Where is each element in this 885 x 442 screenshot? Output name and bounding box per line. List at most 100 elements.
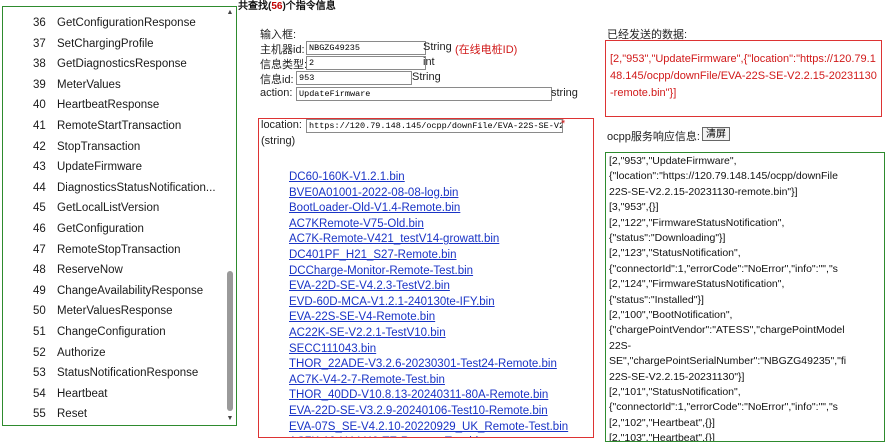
msg-type-input[interactable]: 2	[306, 56, 426, 70]
firmware-file-link[interactable]: EVD-60D-MCA-V1.2.1-240130te-IFY.bin	[289, 296, 495, 308]
command-name: GetLocalListVersion	[57, 202, 160, 215]
command-number: 43	[33, 161, 46, 174]
response-log-line: {"status":"Downloading"}]	[609, 232, 726, 244]
action-type: string	[551, 87, 578, 99]
response-log-line: [2,"101","StatusNotification",	[609, 386, 741, 398]
command-number: 40	[33, 99, 46, 112]
title-count: 56	[271, 1, 283, 12]
response-log-line: 22S-	[609, 339, 632, 352]
command-name: RemoteStartTransaction	[57, 120, 182, 132]
response-log-line: [3,"953",{}]	[609, 201, 659, 214]
response-log-line: SE","chargePointSerialNumber":"NBGZG4923…	[609, 355, 847, 368]
command-name: GetConfiguration	[57, 223, 144, 235]
command-name: Authorize	[57, 346, 106, 359]
firmware-file-link[interactable]: EVA-22D-SE-V3.2.9-20240106-Test10-Remote…	[289, 405, 548, 417]
title-suffix: )个指令信息	[282, 1, 336, 12]
command-name: GetDiagnosticsResponse	[57, 58, 187, 71]
msg-id-label: 信息id:	[260, 74, 294, 86]
command-name: ReserveNow	[57, 264, 123, 277]
command-number: 52	[33, 346, 46, 359]
response-label: ocpp服务响应信息:	[607, 131, 700, 143]
command-number: 38	[33, 58, 46, 71]
firmware-file-link[interactable]: BootLoader-Old-V1.4-Remote.bin	[289, 202, 460, 214]
command-number: 53	[33, 367, 46, 380]
firmware-file-link[interactable]: THOR_40DD-V10.8.13-20240311-80A-Remote.b…	[289, 389, 548, 401]
command-name: StopTransaction	[57, 140, 141, 153]
command-name: MeterValues	[57, 78, 121, 91]
input-header: 输入框:	[260, 29, 297, 41]
command-number: 47	[33, 243, 46, 256]
response-log-line: [2,"100","BootNotification",	[609, 309, 733, 321]
scroll-up-arrow-icon[interactable]: ▲	[226, 9, 234, 17]
firmware-file-link[interactable]: EVA-07S_SE-V4.2.10-20220929_UK_Remote-Te…	[289, 421, 568, 433]
location-type: (string)	[261, 135, 296, 147]
command-number: 46	[33, 223, 46, 235]
params-box: location: https://120.79.148.145/ocpp/do…	[258, 118, 594, 438]
msg-id-input[interactable]: 953	[296, 71, 412, 85]
firmware-file-link[interactable]: SECC111043.bin	[289, 343, 376, 355]
command-name: ChangeAvailabilityResponse	[57, 284, 204, 297]
clear-screen-button[interactable]: 清屏	[702, 127, 730, 141]
scrollbar-thumb[interactable]	[227, 271, 233, 411]
command-number: 42	[33, 140, 46, 153]
command-number: 45	[33, 202, 46, 215]
action-input[interactable]: UpdateFirmware	[296, 87, 552, 101]
sent-data-box: [2,"953","UpdateFirmware",{"location":"h…	[605, 40, 882, 117]
firmware-file-link[interactable]: AC22K-SE-V2.2.1-TestV10.bin	[289, 327, 446, 339]
firmware-file-link[interactable]: THOR_22ADE-V3.2.6-20230301-Test24-Remote…	[289, 358, 557, 370]
host-id-input[interactable]: NBGZG49235	[306, 41, 426, 55]
command-number: 36	[33, 17, 46, 29]
location-label: location:	[261, 119, 302, 131]
response-log-line: 22S-SE-V2.2.15-20231130-remote.bin"}]	[609, 185, 798, 198]
command-name: Reset	[57, 408, 88, 421]
response-log-line: [2,"122","FirmwareStatusNotification",	[609, 216, 785, 229]
command-number: 44	[33, 181, 46, 194]
command-number: 39	[33, 78, 46, 91]
command-number: 55	[33, 408, 46, 421]
response-log-line: [2,"103","Heartbeat",{}]	[609, 432, 715, 442]
response-log-line: [2,"124","FirmwareStatusNotification",	[609, 278, 785, 291]
firmware-file-link[interactable]: AC7KRemote-V75-Old.bin	[289, 218, 424, 230]
msg-type-label: 信息类型:	[260, 59, 308, 71]
response-log-line: 22S-SE-V2.2.15-20231130"}]	[609, 370, 745, 383]
firmware-file-link[interactable]: AC7K-10-U4-V40-TE-Remote-Test.bin	[289, 436, 485, 437]
command-name: SetChargingProfile	[57, 37, 154, 50]
command-name: ChangeConfiguration	[57, 326, 166, 338]
response-log-line: {"chargePointVendor":"ATESS","chargePoin…	[609, 324, 845, 337]
firmware-file-link[interactable]: BVE0A01001-2022-08-08-log.bin	[289, 187, 458, 199]
firmware-file-link[interactable]: DC60-160K-V1.2.1.bin	[289, 171, 405, 183]
command-number: 49	[33, 284, 46, 297]
host-id-type: String	[423, 41, 452, 53]
firmware-file-link[interactable]: DC401PF_H21_S27-Remote.bin	[289, 249, 456, 261]
response-log-line: {"status":"Installed"}]	[609, 293, 704, 306]
response-log-line: [2,"123","StatusNotification",	[609, 247, 741, 260]
firmware-file-link[interactable]: AC7K-V4-2-7-Remote-Test.bin	[289, 374, 445, 386]
firmware-file-link[interactable]: DCCharge-Monitor-Remote-Test.bin	[289, 265, 473, 277]
command-name: Heartbeat	[57, 387, 108, 400]
required-asterisk: *	[561, 118, 566, 130]
command-name: MeterValuesResponse	[57, 305, 173, 318]
response-log-line: [2,"953","UpdateFirmware",	[609, 155, 737, 167]
command-name: UpdateFirmware	[57, 161, 142, 174]
command-list-scrollbar[interactable]: ▲ ▼	[226, 9, 234, 423]
firmware-file-link[interactable]: EVA-22D-SE-V4.2.3-TestV2.bin	[289, 280, 450, 292]
location-input[interactable]: https://120.79.148.145/ocpp/downFile/EVA…	[306, 119, 563, 133]
command-number: 54	[33, 387, 46, 400]
command-name: DiagnosticsStatusNotification...	[57, 181, 216, 194]
msg-id-type: String	[412, 71, 441, 83]
command-number: 48	[33, 264, 46, 277]
host-id-label: 主机器id:	[260, 44, 305, 56]
firmware-file-link[interactable]: EVA-22S-SE-V4-Remote.bin	[289, 311, 435, 323]
firmware-file-link[interactable]: AC7K-Remote-V421_testV14-growatt.bin	[289, 233, 499, 245]
command-number: 50	[33, 305, 46, 318]
response-log-line: {"connectorId":1,"errorCode":"NoError","…	[609, 401, 838, 414]
command-number: 51	[33, 326, 46, 338]
response-log-box: [2,"953","UpdateFirmware", {"location":"h…	[605, 152, 885, 442]
command-name: GetConfigurationResponse	[57, 17, 196, 29]
command-name: StatusNotificationResponse	[57, 367, 199, 380]
results-count-title: 共查找(56)个指令信息	[238, 0, 336, 12]
msg-type-type: int	[423, 56, 435, 68]
scroll-down-arrow-icon[interactable]: ▼	[226, 415, 234, 423]
command-name: RemoteStopTransaction	[57, 243, 181, 256]
host-id-note: (在线电桩ID)	[455, 44, 518, 56]
